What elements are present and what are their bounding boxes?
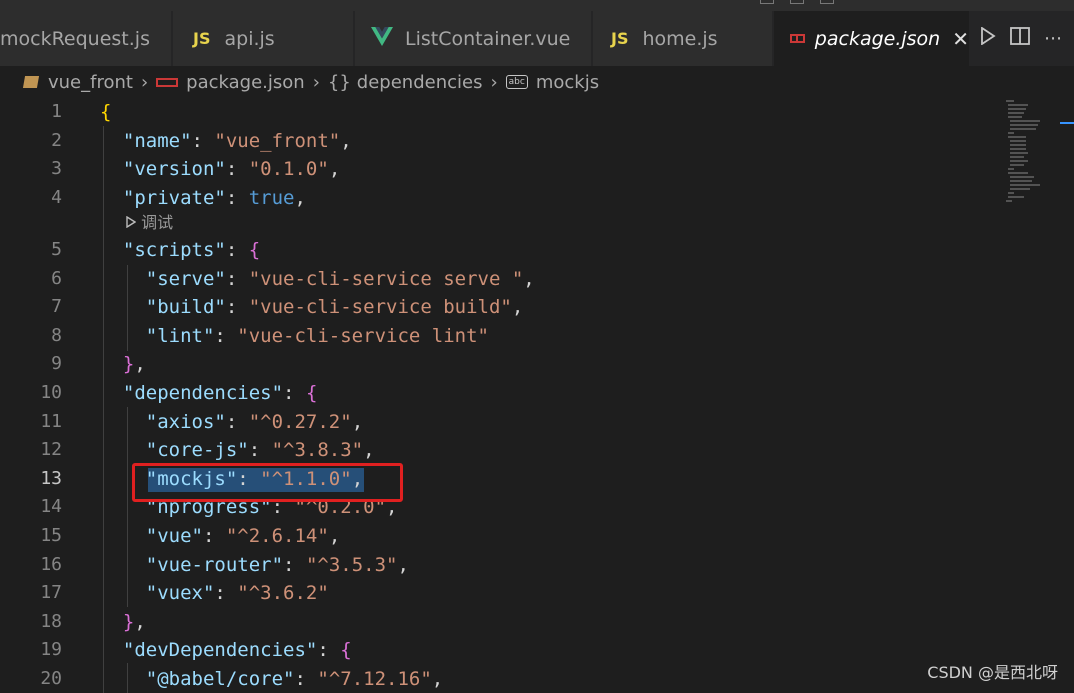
code-line: "build": "vue-cli-service build", xyxy=(145,296,524,319)
line-number: 19 xyxy=(40,639,62,661)
tab-api[interactable]: JS api.js xyxy=(173,11,354,66)
tab-package-json[interactable]: package.json ✕ xyxy=(774,11,970,66)
watermark: CSDN @是西北呀 xyxy=(927,663,1058,682)
object-icon: {} xyxy=(327,71,351,93)
code-line: "@babel/core": "^7.12.16", xyxy=(145,668,444,690)
close-icon[interactable]: ✕ xyxy=(952,27,969,51)
code-content: { "name": "vue_front", "version": "0.1.0… xyxy=(100,98,535,690)
title-bar-strip xyxy=(0,0,1074,11)
chevron-right-icon: › xyxy=(140,71,149,93)
line-number: 12 xyxy=(40,439,62,461)
tab-mockrequest[interactable]: mockRequest.js xyxy=(0,11,172,66)
line-number-current: 13 xyxy=(40,467,62,489)
minimap[interactable] xyxy=(1000,98,1074,218)
code-line: "private": true, xyxy=(122,186,306,209)
chevron-right-icon: › xyxy=(312,71,320,93)
code-line: }, xyxy=(122,610,146,633)
code-line: "vue-router": "^3.5.3", xyxy=(145,553,409,576)
tab-label: mockRequest.js xyxy=(0,27,150,50)
code-line: "version": "0.1.0", xyxy=(122,158,341,181)
line-number: 16 xyxy=(40,553,62,575)
code-line: "devDependencies": { xyxy=(122,639,352,662)
js-icon: JS xyxy=(193,29,211,48)
tab-home[interactable]: JS home.js xyxy=(593,11,773,66)
window-button[interactable] xyxy=(790,0,804,4)
tab-label: home.js xyxy=(642,27,718,50)
breadcrumb-folder[interactable]: vue_front xyxy=(48,72,133,93)
npm-icon xyxy=(156,77,179,87)
code-line: "axios": "^0.27.2", xyxy=(145,410,364,433)
line-number: 14 xyxy=(40,496,62,518)
debug-code-lens[interactable]: 调试 xyxy=(126,212,173,234)
tab-label: ListContainer.vue xyxy=(405,27,571,50)
code-line: "name": "vue_front", xyxy=(122,129,352,152)
tab-label: package.json xyxy=(814,27,941,50)
line-number: 11 xyxy=(40,410,62,432)
folder-icon xyxy=(22,76,40,88)
line-number: 9 xyxy=(51,353,62,375)
code-line: "dependencies": { xyxy=(122,382,318,404)
line-number: 18 xyxy=(40,610,62,632)
line-number: 6 xyxy=(51,267,62,289)
line-number: 8 xyxy=(51,324,62,346)
code-line: "vuex": "^3.6.2" xyxy=(145,582,329,605)
line-number: 4 xyxy=(51,186,62,208)
scrollbar-current-line-marker xyxy=(1060,122,1074,124)
code-line: "lint": "vue-cli-service lint" xyxy=(145,324,489,347)
code-line: "core-js": "^3.8.3", xyxy=(145,439,375,462)
breadcrumb-file[interactable]: package.json xyxy=(186,72,305,93)
code-lens-label: 调试 xyxy=(141,213,174,232)
npm-icon xyxy=(790,34,805,43)
line-number: 20 xyxy=(40,668,62,689)
code-line: "serve": "vue-cli-service serve ", xyxy=(145,267,535,290)
line-number: 17 xyxy=(40,582,62,604)
line-number: 7 xyxy=(51,296,62,318)
js-icon: JS xyxy=(611,29,629,48)
editor-tab-bar: mockRequest.js JS api.js ListContainer.v… xyxy=(0,11,1074,66)
tab-actions: ⋯ xyxy=(980,11,1062,66)
chevron-right-icon: › xyxy=(490,71,498,93)
window-button[interactable] xyxy=(820,0,834,4)
code-editor[interactable]: 1 2 3 4 5 6 7 8 9 10 11 12 13 14 15 16 1… xyxy=(0,98,1074,693)
line-number: 2 xyxy=(51,129,62,151)
code-line: { xyxy=(100,101,112,123)
code-line: }, xyxy=(122,353,146,376)
breadcrumb-key[interactable]: mockjs xyxy=(536,72,599,93)
string-key-icon: abc xyxy=(505,75,528,89)
tab-listcontainer[interactable]: ListContainer.vue xyxy=(355,11,592,66)
window-button[interactable] xyxy=(760,0,774,4)
line-number: 15 xyxy=(40,525,62,546)
code-line: "scripts": { xyxy=(122,239,261,261)
line-number: 1 xyxy=(51,101,62,122)
play-icon xyxy=(126,213,141,232)
line-number: 3 xyxy=(51,158,62,180)
code-line: "vue": "^2.6.14", xyxy=(145,525,341,547)
line-number: 10 xyxy=(40,382,62,403)
run-icon[interactable] xyxy=(980,26,996,50)
breadcrumb-section[interactable]: dependencies xyxy=(357,72,483,93)
tab-label: api.js xyxy=(224,27,275,50)
line-number: 5 xyxy=(51,239,62,260)
highlight-annotation-box xyxy=(132,463,403,502)
breadcrumb: vue_front › package.json › {} dependenci… xyxy=(0,66,1074,98)
more-actions-icon[interactable]: ⋯ xyxy=(1044,28,1062,49)
vue-icon xyxy=(371,26,393,51)
split-editor-icon[interactable] xyxy=(1010,27,1030,50)
